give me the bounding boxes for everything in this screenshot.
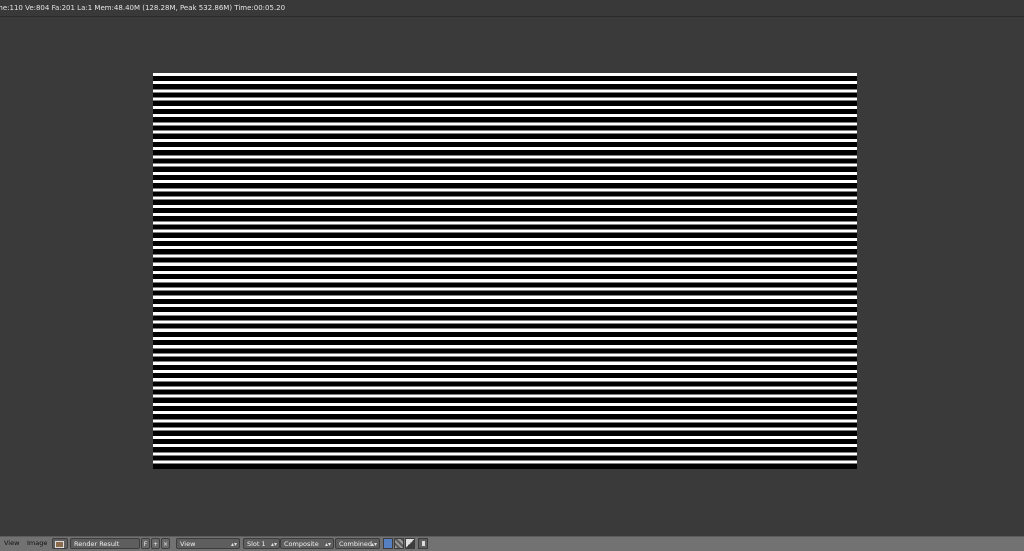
slot-value: Slot 1	[247, 540, 266, 548]
pin-icon	[422, 541, 425, 546]
draw-mode-dropdown[interactable]: View ▴▾	[176, 538, 240, 549]
dropdown-arrows-icon: ▴▾	[370, 541, 377, 548]
image-datablock-name: Render Result	[74, 540, 120, 548]
render-layer-dropdown[interactable]: Composite ▴▾	[280, 538, 334, 549]
image-editor-viewport[interactable]	[0, 17, 1024, 535]
alpha-checker-toggle[interactable]	[394, 538, 404, 549]
image-browse-button[interactable]	[52, 538, 68, 549]
dropdown-arrows-icon: ▴▾	[270, 541, 277, 548]
view-menu[interactable]: View	[4, 538, 24, 549]
draw-image-toggle[interactable]	[383, 538, 393, 549]
render-layer-value: Composite	[284, 540, 319, 548]
render-result-image	[153, 73, 857, 469]
render-stats-text: me:110 Ve:804 Fa:201 La:1 Mem:48.40M (12…	[0, 4, 286, 12]
pin-toggle[interactable]	[418, 538, 428, 549]
dropdown-arrows-icon: ▴▾	[230, 541, 237, 548]
dropdown-arrows-icon: ▴▾	[324, 541, 331, 548]
image-icon	[55, 541, 64, 548]
image-menu[interactable]: Image	[27, 538, 49, 549]
draw-mode-value: View	[180, 540, 196, 548]
image-datablock-field[interactable]: Render Result	[70, 538, 140, 549]
render-info-bar: me:110 Ve:804 Fa:201 La:1 Mem:48.40M (12…	[0, 0, 1024, 17]
new-image-button[interactable]: +	[151, 538, 160, 549]
unlink-image-button[interactable]: ×	[161, 538, 170, 549]
image-editor-header: View Image Render Result F + × View ▴▾ S…	[0, 536, 1024, 551]
zbuffer-toggle[interactable]	[405, 538, 415, 549]
render-pass-value: Combined	[339, 540, 373, 548]
render-pass-dropdown[interactable]: Combined ▴▾	[335, 538, 380, 549]
fake-user-button[interactable]: F	[141, 538, 150, 549]
slot-dropdown[interactable]: Slot 1 ▴▾	[243, 538, 280, 549]
